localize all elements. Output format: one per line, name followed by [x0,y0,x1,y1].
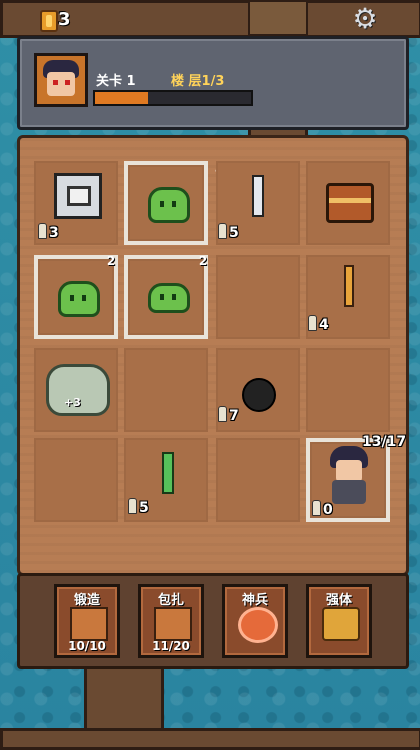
game-board: 3 3 5 2 2 4 +3 7 5 [17,135,409,576]
rock-count: +3 [64,396,81,409]
cell-2-0[interactable]: +3 [34,348,118,432]
divine-weapon-title: 神兵 [241,593,268,608]
cell-2-2[interactable]: 7 [216,348,300,432]
slime-icon [148,187,190,223]
cell-3-1[interactable]: 5 [124,438,208,522]
floor-label: 楼 层1/3 [171,74,225,89]
hero-character [324,446,374,506]
bandage-title: 包扎 [157,593,184,608]
slime-eye-right [172,201,176,207]
floor-progress-bar [93,90,253,106]
bomb-counter: 7 [218,406,239,424]
cell-0-0[interactable]: 3 [34,161,118,245]
hp-value: 2 [198,254,208,268]
divine-weapon-button[interactable]: 神兵 [222,584,288,658]
safe-counter: 3 [38,223,59,241]
torch-icon [344,265,354,307]
top-bar: 3 ⚙ [0,0,420,36]
forge-icon [70,607,108,641]
green-sword-counter: 5 [128,498,149,516]
cell-1-3[interactable]: 4 [306,255,390,339]
bullet-icon [312,500,321,516]
forge-button[interactable]: 锻造 10/10 [54,584,120,658]
chest-band [329,198,371,203]
floor-progress-fill [95,92,149,104]
counter-value: 4 [319,317,329,333]
hero-body [332,480,366,504]
portrait-eye-left [53,80,58,85]
bomb-icon [242,378,276,412]
bullet-icon [218,406,227,422]
bullet-icon [38,223,47,239]
forge-count: 10/10 [68,639,106,653]
slime-icon [148,283,190,313]
bottom-dock [0,728,420,750]
slime-eye-left [160,294,164,300]
bullet-icon [218,223,227,239]
bandage-count: 11/20 [152,639,190,653]
counter-value: 0 [323,502,333,518]
slime-icon [58,281,100,317]
hp-heart: 2 [100,251,122,271]
hero-hp: 13/17 [362,434,407,450]
slime-eye-right [172,294,176,300]
counter-value: 3 [49,225,59,241]
cell-2-1[interactable] [124,348,208,432]
hero-face [336,460,362,482]
bottom-bridge [84,660,164,736]
treasure-chest-icon [326,183,374,223]
green-sword-icon [162,452,174,494]
slime-eye-left [70,295,74,301]
slime-eye-left [160,201,164,207]
hp-heart: 2 [192,251,214,271]
cell-1-2[interactable] [216,255,300,339]
cell-0-3[interactable] [306,161,390,245]
safe-icon [54,173,102,219]
counter-value: 7 [229,408,239,424]
coin-count: 3 [58,9,71,30]
bullet-icon [308,315,317,331]
divine-weapon-icon [238,607,278,643]
bandage-icon [154,607,192,641]
cell-3-0[interactable] [34,438,118,522]
cell-0-2[interactable]: 5 [216,161,300,245]
level-label: 关卡 1 [96,74,136,89]
strengthen-title: 强体 [325,593,352,608]
strengthen-button[interactable]: 强体 [306,584,372,658]
forge-title: 锻造 [73,593,100,608]
action-bar: 锻造 10/10 包扎 11/20 神兵 强体 [17,573,409,669]
portrait-eye-right [65,80,70,85]
portrait-face [47,72,75,96]
sword-counter: 5 [218,223,239,241]
hero-portrait [34,53,88,107]
torch-counter: 4 [308,315,329,333]
sword-icon [252,175,264,217]
lock-icon [322,607,360,641]
counter-value: 5 [229,225,239,241]
coin-icon [40,10,58,32]
safe-dial [67,186,91,206]
gear-icon[interactable]: ⚙ [350,4,380,34]
cell-3-2[interactable] [216,438,300,522]
bandage-button[interactable]: 包扎 11/20 [138,584,204,658]
hp-value: 2 [106,254,116,268]
level-header: 关卡 1 楼 层1/3 [17,36,409,130]
counter-value: 5 [139,500,149,516]
bullet-icon [128,498,137,514]
slime-eye-right [82,295,86,301]
hero-counter: 0 [312,500,333,518]
cell-3-3[interactable]: 0 [306,438,390,522]
cell-2-3[interactable] [306,348,390,432]
cell-0-1[interactable] [124,161,208,245]
